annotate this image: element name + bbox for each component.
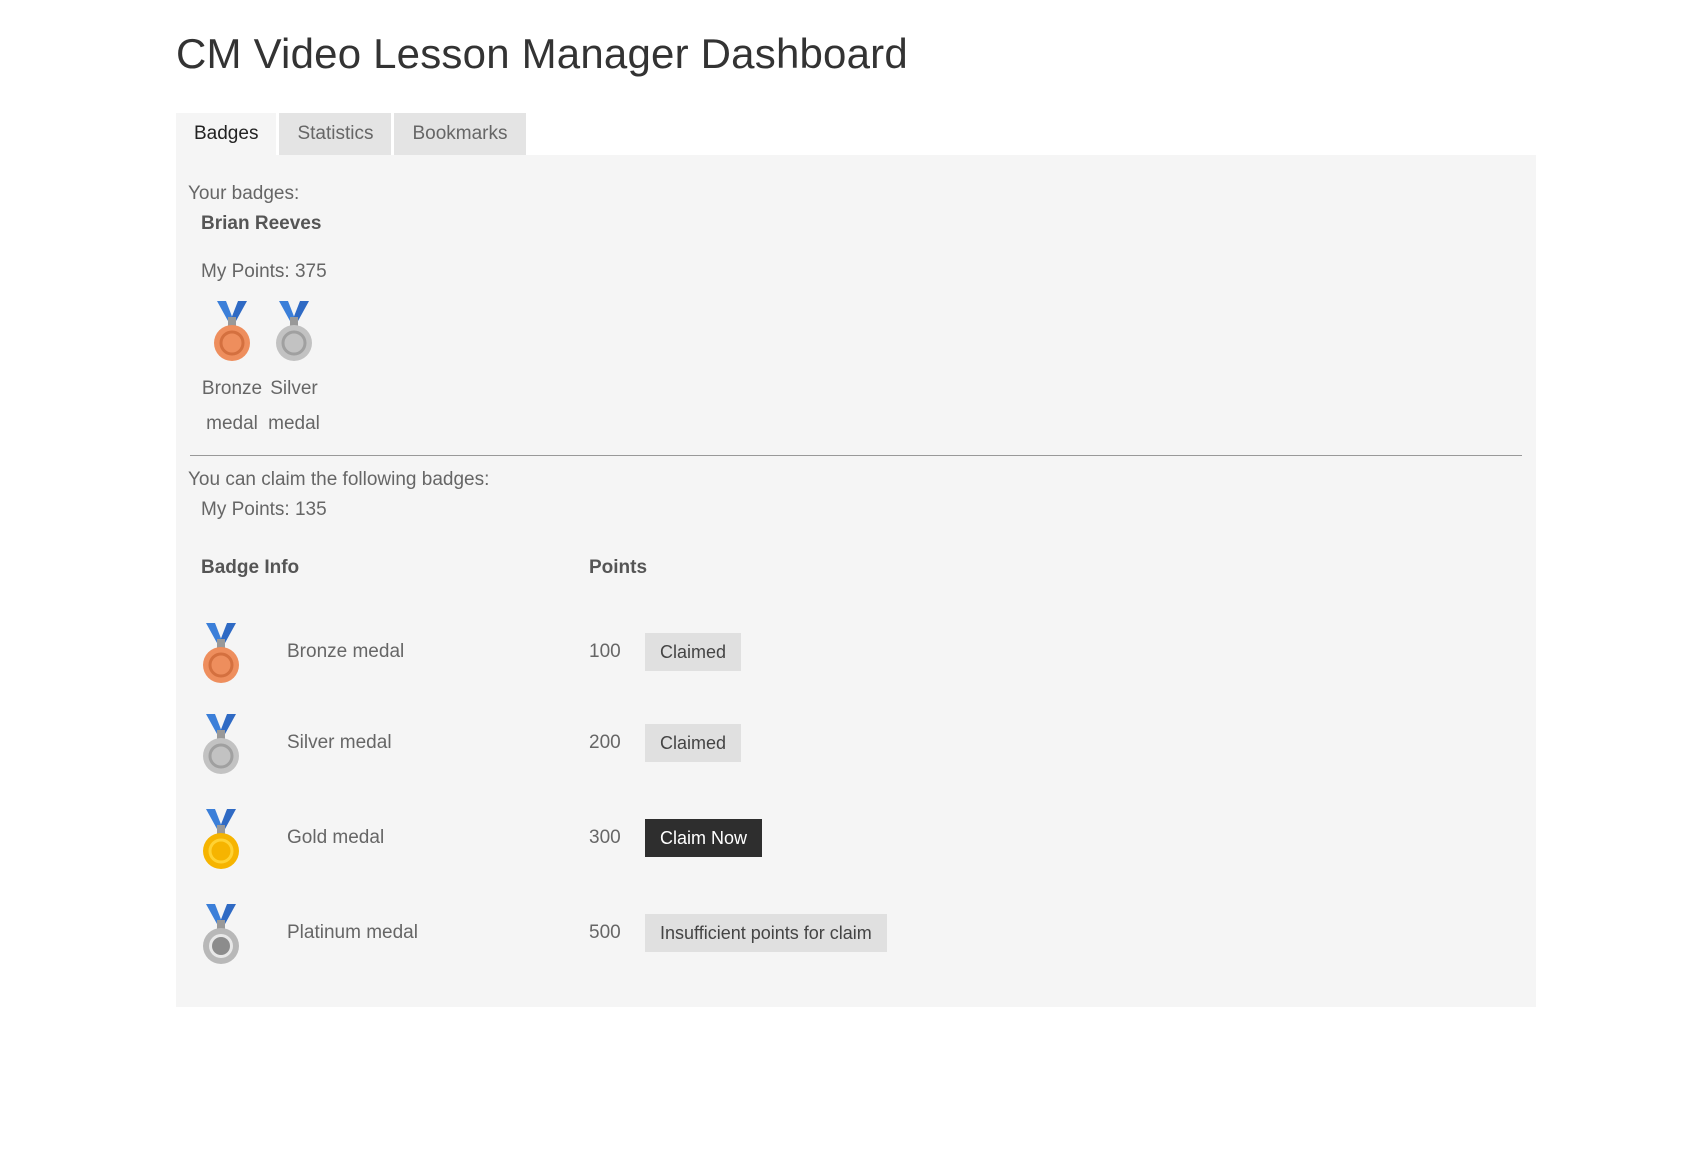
earned-badge-label: medal — [206, 413, 258, 434]
badge-points: 300 — [589, 827, 621, 848]
badge-name: Silver medal — [287, 732, 392, 753]
badge-row-platinum: Platinum medal 500 Insufficient points f… — [201, 904, 1101, 964]
dashboard-page: CM Video Lesson Manager Dashboard Badges… — [0, 0, 1700, 1150]
section-divider — [190, 455, 1522, 456]
badge-points: 500 — [589, 922, 621, 943]
your-badges-heading: Your badges: — [188, 183, 300, 204]
gold-medal-icon — [203, 809, 239, 869]
silver-medal-icon — [276, 301, 312, 361]
earned-badge-bronze: Bronze medal — [201, 301, 263, 441]
badge-row-bronze: Bronze medal 100 Claimed — [201, 623, 1101, 683]
earned-badge-label: Bronze — [201, 378, 263, 399]
tab-statistics[interactable]: Statistics — [279, 113, 392, 155]
silver-medal-icon — [203, 714, 239, 774]
bronze-medal-icon — [214, 301, 250, 361]
earned-badges-list: Bronze medal Silver medal — [201, 301, 325, 441]
badge-row-gold: Gold medal 300 Claim Now — [201, 809, 1101, 869]
bronze-medal-icon — [203, 623, 239, 683]
badge-name: Bronze medal — [287, 641, 405, 662]
claimed-button[interactable]: Claimed — [645, 633, 742, 671]
badge-points: 200 — [589, 732, 621, 753]
badge-name: Platinum medal — [287, 922, 418, 943]
claimed-button[interactable]: Claimed — [645, 724, 742, 762]
badges-panel: Your badges: Brian Reeves My Points: 375… — [176, 155, 1536, 1007]
claim-now-button[interactable]: Claim Now — [645, 819, 763, 857]
earned-badge-label: Silver — [270, 378, 318, 399]
claim-heading: You can claim the following badges: — [188, 469, 490, 490]
column-header-points: Points — [589, 557, 648, 578]
badge-name: Gold medal — [287, 827, 385, 848]
page-title: CM Video Lesson Manager Dashboard — [176, 30, 908, 77]
my-points-claim: My Points: 135 — [201, 499, 327, 520]
platinum-medal-icon — [203, 904, 239, 964]
my-points-earned: My Points: 375 — [201, 261, 327, 282]
earned-badge-label: medal — [268, 413, 320, 434]
badge-points: 100 — [589, 641, 621, 662]
user-name: Brian Reeves — [201, 213, 322, 234]
insufficient-points-button[interactable]: Insufficient points for claim — [645, 914, 887, 952]
tab-badges[interactable]: Badges — [176, 113, 277, 155]
column-header-badge-info: Badge Info — [201, 557, 300, 578]
badge-row-silver: Silver medal 200 Claimed — [201, 714, 1101, 774]
earned-badge-silver: Silver medal — [263, 301, 325, 441]
tab-bar: Badges Statistics Bookmarks — [176, 113, 529, 155]
tab-bookmarks[interactable]: Bookmarks — [394, 113, 526, 155]
